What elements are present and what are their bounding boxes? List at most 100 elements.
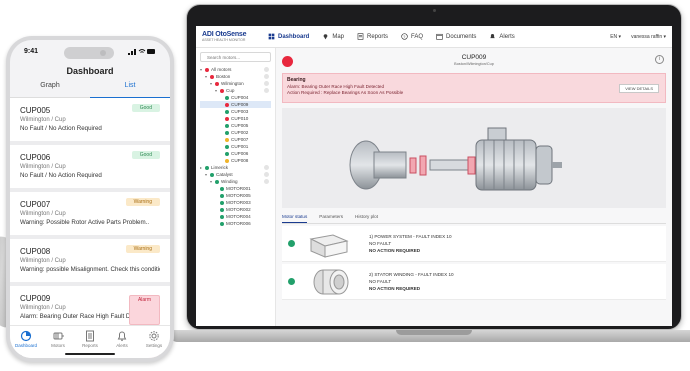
nav-documents[interactable]: Documents	[436, 33, 476, 40]
nav-dashboard[interactable]: Dashboard	[268, 33, 309, 40]
motor-exploded-illustration	[349, 127, 562, 191]
tree-item-motor006[interactable]: MOTOR006	[200, 220, 271, 227]
tree-item-label: Winding	[221, 179, 238, 184]
brand-logo[interactable]: ADI OtoSense ASSET HEALTH MONITOR	[202, 31, 268, 42]
motor-message: Warning: possible Misalignment. Check th…	[20, 266, 160, 273]
tree-item-label: Limerick	[211, 165, 229, 170]
bell-icon	[117, 331, 127, 342]
tree-item-label: Wilmington	[221, 81, 244, 86]
phone-nav-dashboard[interactable]: Dashboard	[10, 326, 42, 358]
tab-motor-status[interactable]: Motor status	[282, 214, 308, 223]
status-dot	[220, 200, 224, 205]
tree-item-label: MOTOR006	[226, 221, 251, 226]
tree-item-cup004[interactable]: CUP004	[200, 94, 271, 101]
tree-item-motor002[interactable]: MOTOR002	[200, 206, 271, 213]
language-select[interactable]: EN ▾	[610, 34, 621, 40]
tree-item-label: Boston	[216, 74, 231, 79]
expand-indicator	[264, 165, 269, 170]
status-dot	[225, 102, 229, 107]
status-badge: Good	[131, 104, 160, 112]
signal-wifi-battery-icon	[128, 48, 155, 55]
nav-label: Alerts	[499, 33, 515, 40]
motor-location: Wilmington / Cup	[20, 164, 66, 170]
view-details-button[interactable]: VIEW DETAILS	[619, 84, 659, 93]
status-dot	[225, 95, 229, 100]
tree-item-catalyst[interactable]: ▾ Catalyst	[200, 171, 271, 178]
tree-item-cup006[interactable]: CUP006	[200, 150, 271, 157]
tree-item-cup010[interactable]: CUP010	[200, 115, 271, 122]
phone-tab-list[interactable]: List	[90, 82, 170, 98]
status-dot	[288, 278, 295, 285]
component-title: 1) POWER SYSTEM - FAULT INDEX 10	[369, 234, 452, 239]
tree-item-cup[interactable]: ▾ Cup	[200, 87, 271, 94]
tree-item-cup001[interactable]: CUP001	[200, 143, 271, 150]
nav-label: Map	[332, 33, 345, 40]
phone-nav-settings[interactable]: Settings	[138, 326, 170, 358]
tree-item-motor003[interactable]: MOTOR003	[200, 199, 271, 206]
svg-text:?: ?	[403, 35, 405, 39]
tree-item-cup003[interactable]: CUP003	[200, 108, 271, 115]
phone-nav-label: Alerts	[116, 343, 128, 348]
tab-history-plot[interactable]: History plot	[355, 214, 378, 223]
tree-item-cup008[interactable]: CUP008	[200, 157, 271, 164]
laptop-notch	[396, 330, 472, 335]
tree-item-wilmington[interactable]: ▾ Wilmington	[200, 80, 271, 87]
tree-item-motor005[interactable]: MOTOR005	[200, 192, 271, 199]
status-badge: Alarm	[128, 295, 160, 325]
tree-item-cup007[interactable]: CUP007	[200, 136, 271, 143]
tree-item-boston[interactable]: ▾ Boston	[200, 73, 271, 80]
tree-item-cup002[interactable]: CUP002	[200, 129, 271, 136]
status-dot	[225, 116, 229, 121]
status-badge: Warning	[125, 245, 160, 253]
tree-item-winding[interactable]: ▾ Winding	[200, 178, 271, 185]
tree-item-cup009[interactable]: CUP009	[200, 101, 271, 108]
expand-indicator	[264, 81, 269, 86]
status-dot	[205, 67, 209, 72]
motor-search[interactable]	[200, 52, 271, 62]
motor-card[interactable]: CUP005 Wilmington / Cup No Fault / No Acti…	[10, 98, 170, 145]
status-badge: Warning	[125, 198, 160, 206]
status-dot	[215, 81, 219, 86]
status-dot	[220, 221, 224, 226]
motor-tree: ▾ All motors ▾ Boston ▾ Wilmington ▾ Cup CUP004 C…	[200, 66, 271, 227]
status-dot	[225, 137, 229, 142]
tree-item-label: MOTOR005	[226, 193, 251, 198]
tree-item-motor004[interactable]: MOTOR004	[200, 213, 271, 220]
info-icon[interactable]: i	[655, 55, 664, 64]
home-indicator	[65, 353, 115, 355]
nav-reports[interactable]: Reports	[357, 33, 388, 40]
alarm-title: Bearing	[287, 77, 306, 83]
nav-label: Reports	[367, 33, 389, 40]
status-dot	[215, 179, 219, 184]
tree-item-limerick[interactable]: ▸ Limerick	[200, 164, 271, 171]
component-action: NO ACTION REQUIRED	[369, 248, 421, 253]
motor-card[interactable]: CUP008 Wilmington / Cup Warning: possible …	[10, 239, 170, 286]
nav-alerts[interactable]: Alerts	[489, 33, 515, 40]
nav-label: FAQ	[411, 33, 424, 40]
component-row[interactable]: 2) STATOR WINDING - FAULT INDEX 10 NO FAU…	[282, 264, 666, 300]
nav-faq[interactable]: ? FAQ	[401, 33, 423, 40]
user-menu[interactable]: vanessa raffin ▾	[631, 34, 666, 40]
tree-item-all-motors[interactable]: ▾ All motors	[200, 66, 271, 73]
search-input[interactable]	[207, 54, 267, 60]
tree-item-motor001[interactable]: MOTOR001	[200, 185, 271, 192]
component-text: 2) STATOR WINDING - FAULT INDEX 10 NO FAU…	[369, 271, 454, 292]
tree-item-cup005[interactable]: CUP005	[200, 122, 271, 129]
tab-parameters[interactable]: Parameters	[319, 214, 343, 223]
tree-item-label: MOTOR001	[226, 186, 251, 191]
nav-menu: Dashboard Map Reports? FAQ Documents Alerts	[268, 33, 528, 40]
phone-tab-graph[interactable]: Graph	[10, 82, 90, 98]
motor-3d-view[interactable]	[282, 108, 666, 208]
tree-item-label: CUP007	[231, 137, 249, 142]
motor-card[interactable]: CUP007 Wilmington / Cup Warning: Possible …	[10, 192, 170, 239]
component-fault: NO FAULT	[369, 279, 392, 284]
reports-icon	[86, 330, 94, 342]
nav-map[interactable]: Map	[322, 33, 344, 40]
phone-title: Dashboard	[66, 66, 114, 76]
component-row[interactable]: 1) POWER SYSTEM - FAULT INDEX 10 NO FAULT…	[282, 226, 666, 262]
tree-item-label: CUP006	[231, 151, 249, 156]
tree-item-label: CUP004	[231, 95, 249, 100]
motor-card[interactable]: CUP006 Wilmington / Cup No Fault / No Acti…	[10, 145, 170, 192]
stator-winding-thumbnail	[313, 269, 349, 294]
tree-item-label: CUP008	[231, 158, 249, 163]
